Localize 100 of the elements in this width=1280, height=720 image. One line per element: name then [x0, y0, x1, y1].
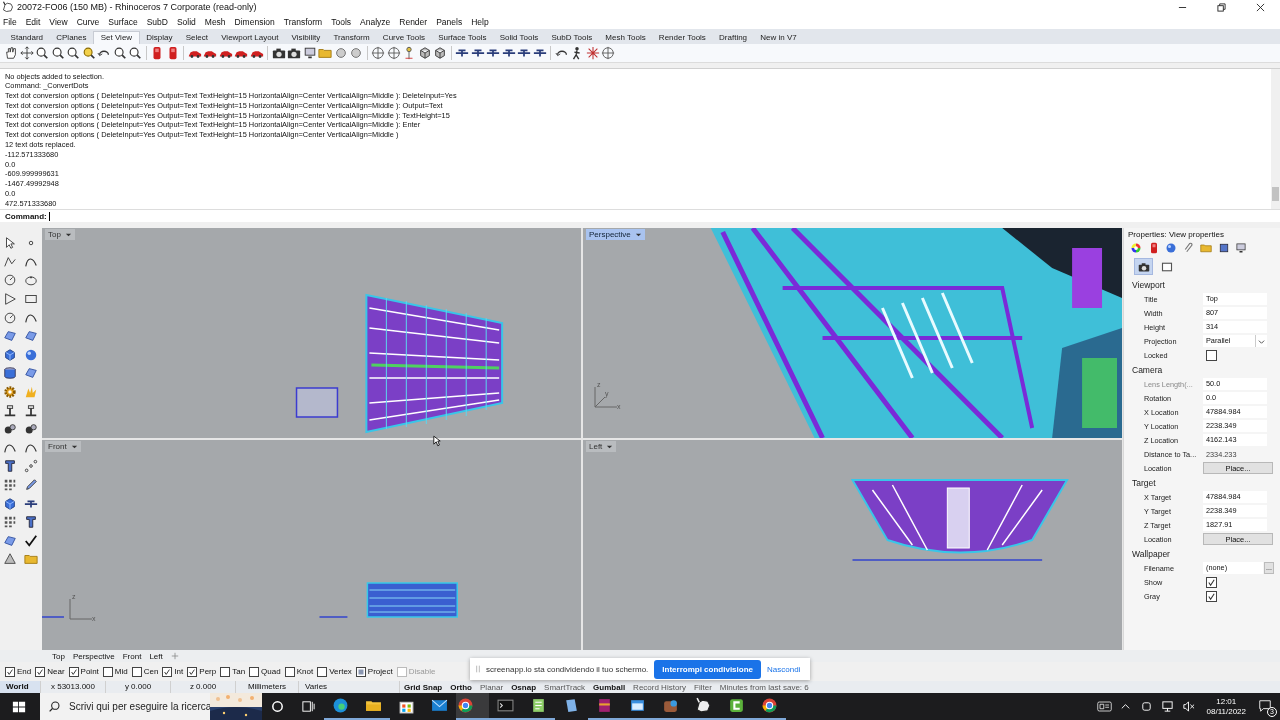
menu-item[interactable]: View [49, 16, 68, 27]
cone-icon[interactable] [3, 552, 17, 567]
caret-icon[interactable] [70, 443, 78, 451]
viewport-tab[interactable]: Perspective [68, 651, 119, 661]
caret-icon[interactable] [606, 443, 614, 451]
toolbar-tab[interactable]: Set View [93, 30, 140, 44]
magnifier-icon[interactable] [81, 45, 96, 60]
polyline-icon[interactable] [3, 254, 17, 269]
menu-item[interactable]: Help [471, 16, 489, 27]
menu-item[interactable]: Analyze [360, 16, 391, 27]
circle-icon[interactable] [270, 699, 285, 714]
crosshair-icon[interactable] [601, 45, 615, 60]
magnifier-icon[interactable] [50, 45, 65, 60]
menu-item[interactable]: Curve [76, 16, 100, 27]
scrollbar[interactable] [1271, 68, 1280, 210]
menu-item[interactable]: Transform [283, 16, 323, 27]
menu-item[interactable]: Tools [331, 16, 351, 27]
menu-item[interactable]: File [3, 16, 17, 27]
status-toggle[interactable]: Filter [690, 682, 716, 692]
toolbar-tab[interactable]: Select [179, 31, 215, 44]
toolbar-tab[interactable]: Mesh Tools [598, 31, 653, 44]
toolbar-tab[interactable]: SubD Tools [544, 31, 599, 44]
viewport-title[interactable]: Left [586, 441, 617, 453]
pillar-icon[interactable] [3, 459, 17, 474]
toolbar-tab[interactable]: CPlanes [49, 31, 94, 44]
speaker-muted-icon[interactable] [1180, 700, 1196, 713]
toolbar-tab[interactable]: Visibility [285, 31, 327, 44]
status-toggle[interactable]: SmartTrack [540, 682, 590, 692]
sphere-icon[interactable] [333, 45, 348, 60]
surface-icon[interactable] [3, 533, 17, 548]
toolbar-tab[interactable]: Transform [326, 31, 377, 44]
viewport-title[interactable]: Top [45, 229, 75, 241]
viewport-tab[interactable]: Front [118, 651, 146, 661]
menu-item[interactable]: Edit [25, 16, 41, 27]
osnap-checkbox[interactable]: Quad [249, 666, 281, 677]
toolbar-tab[interactable]: Viewport Layout [214, 31, 285, 44]
clock-date[interactable]: 08/11/2022 [1206, 706, 1246, 717]
cube-icon[interactable] [3, 496, 17, 511]
toolbar-tab[interactable]: Surface Tools [431, 31, 494, 44]
browser-icon[interactable] [456, 693, 489, 720]
menu-item[interactable]: Panels [436, 16, 463, 27]
pencil-icon[interactable] [24, 477, 38, 492]
clock-time[interactable]: 12:01 [1216, 696, 1237, 707]
cylinder-icon[interactable] [3, 366, 17, 381]
color-wheel-icon[interactable] [1130, 242, 1142, 255]
surface-icon[interactable] [3, 329, 17, 344]
gear-icon[interactable] [3, 385, 17, 399]
status-toggle[interactable]: Record History [629, 682, 690, 692]
menu-item[interactable]: Render [399, 16, 428, 27]
magnifier-icon[interactable] [112, 45, 127, 60]
caret-icon[interactable] [64, 231, 72, 239]
cube-icon[interactable] [433, 45, 447, 60]
toolbar-tab[interactable]: Drafting [712, 31, 754, 44]
task-view-icon[interactable] [301, 699, 316, 714]
crosshair-icon[interactable] [386, 45, 401, 60]
pointer-icon[interactable] [3, 236, 17, 251]
hide-link[interactable]: Nascondi [767, 664, 801, 674]
menu-item[interactable]: Surface [108, 16, 138, 27]
viewport-title[interactable]: Perspective [586, 229, 645, 241]
osnap-checkbox[interactable]: Point [68, 666, 99, 677]
news-icon[interactable] [1096, 700, 1112, 713]
status-toggle[interactable]: Grid Snap [400, 682, 447, 692]
menu-item[interactable]: Dimension [234, 16, 275, 27]
surface-icon[interactable] [24, 366, 38, 381]
viewport-tab[interactable]: Top [48, 651, 69, 661]
drag-handle-icon[interactable] [476, 664, 480, 674]
pillar-icon[interactable] [24, 515, 38, 530]
status-toggle[interactable]: Gumball [589, 682, 630, 692]
osnap-checkbox[interactable]: Cen [131, 666, 159, 677]
monitor-icon[interactable] [302, 45, 317, 60]
viewport-title[interactable]: Front [45, 441, 81, 453]
sphere-icon[interactable] [1165, 242, 1177, 255]
status-toggle[interactable]: Planar [476, 682, 508, 692]
toolbar-tab[interactable]: Standard [4, 31, 50, 44]
magnifier-icon[interactable] [128, 45, 142, 60]
grid-icon[interactable] [3, 477, 17, 492]
osnap-checkbox[interactable]: Project [355, 666, 393, 677]
points-icon[interactable] [24, 459, 38, 474]
sphere-icon[interactable] [349, 45, 363, 60]
grid-icon[interactable] [3, 515, 17, 530]
move-icon[interactable] [19, 45, 34, 60]
osnap-checkbox[interactable]: Perp [187, 666, 217, 677]
osnap-checkbox[interactable]: Vertex [317, 666, 352, 677]
camera-tab[interactable] [1134, 258, 1153, 276]
osnap-checkbox[interactable]: Knot [284, 666, 314, 677]
paperclip-icon[interactable] [1182, 242, 1195, 255]
osnap-checkbox[interactable]: End [5, 666, 32, 677]
network-icon[interactable] [1159, 700, 1175, 713]
command-field[interactable]: Command: [0, 209, 1280, 223]
osnap-checkbox[interactable]: Tan [220, 666, 246, 677]
toolbar-tab[interactable]: Render Tools [652, 31, 713, 44]
monitor-icon[interactable] [1235, 242, 1247, 255]
status-toggle[interactable]: Osnap [507, 682, 541, 692]
ellipse-icon[interactable] [24, 273, 38, 288]
status-toggle[interactable]: Ortho [446, 682, 476, 692]
windows-logo-icon[interactable] [12, 699, 26, 714]
restore-icon[interactable] [1217, 2, 1226, 12]
tee-icon[interactable] [24, 403, 38, 418]
osnap-checkbox[interactable]: Mid [102, 666, 128, 677]
sphere-icon[interactable] [24, 347, 38, 362]
